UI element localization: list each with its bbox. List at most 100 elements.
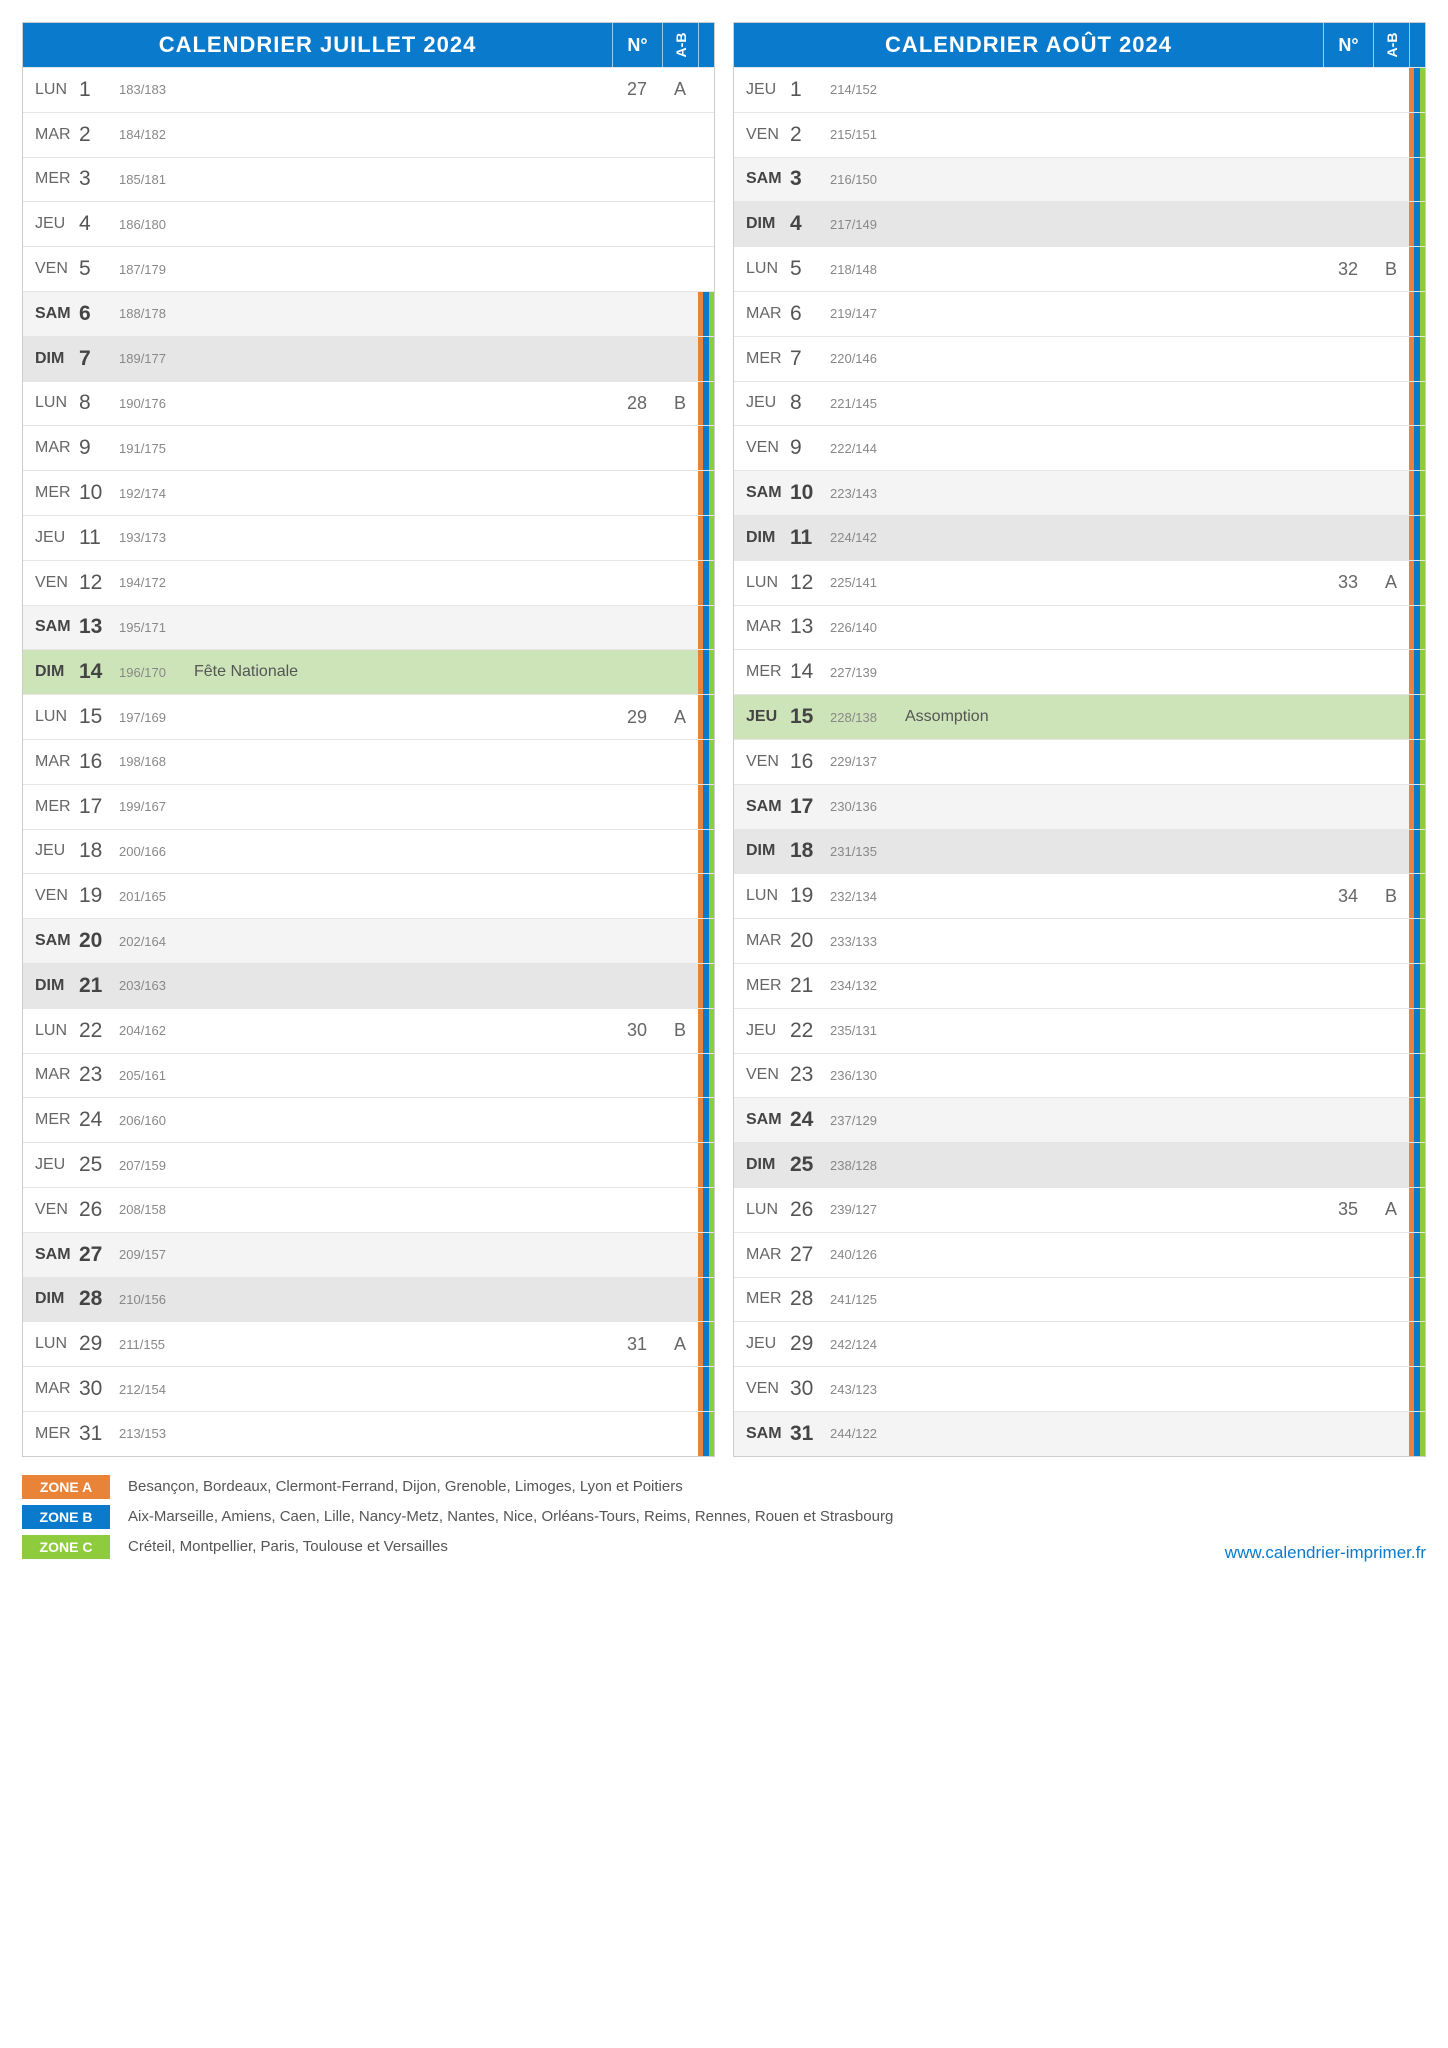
day-of-week: LUN — [734, 574, 790, 592]
day-number: 6 — [79, 302, 119, 326]
day-of-week: LUN — [734, 887, 790, 905]
zone-stripes — [698, 919, 714, 963]
zone-stripes — [698, 1412, 714, 1456]
calendar-day-row: MER 21 234/132 — [734, 963, 1425, 1008]
day-ordinal: 229/137 — [830, 754, 905, 769]
calendar-day-row: MAR 6 219/147 — [734, 291, 1425, 336]
calendar-day-row: DIM 7 189/177 — [23, 336, 714, 381]
calendar-day-row: LUN 29 211/155 31 A — [23, 1321, 714, 1366]
calendar-day-row: SAM 6 188/178 — [23, 291, 714, 336]
day-number: 20 — [79, 929, 119, 953]
day-number: 30 — [790, 1377, 830, 1401]
day-of-week: JEU — [734, 394, 790, 412]
header-week-num: N° — [1323, 23, 1373, 67]
day-number: 25 — [790, 1153, 830, 1177]
day-ordinal: 234/132 — [830, 978, 905, 993]
day-ordinal: 215/151 — [830, 127, 905, 142]
day-number: 1 — [79, 78, 119, 102]
calendar-day-row: MAR 30 212/154 — [23, 1366, 714, 1411]
calendar-header: CALENDRIER AOÛT 2024 N° A-B — [734, 23, 1425, 67]
day-ordinal: 236/130 — [830, 1068, 905, 1083]
zone-stripes — [698, 1098, 714, 1142]
day-ordinal: 230/136 — [830, 799, 905, 814]
calendar-day-row: SAM 3 216/150 — [734, 157, 1425, 202]
calendar-day-row: DIM 14 196/170 Fête Nationale — [23, 649, 714, 694]
day-of-week: JEU — [734, 81, 790, 99]
zone-badge: ZONE B — [22, 1505, 110, 1529]
month-title: CALENDRIER JUILLET 2024 — [23, 23, 612, 67]
zone-cities: Aix-Marseille, Amiens, Caen, Lille, Nanc… — [128, 1508, 893, 1525]
day-of-week: JEU — [23, 215, 79, 233]
day-number: 30 — [79, 1377, 119, 1401]
day-of-week: MAR — [23, 439, 79, 457]
day-number: 9 — [790, 436, 830, 460]
day-of-week: LUN — [23, 708, 79, 726]
header-zone-stripe — [698, 23, 714, 67]
day-ordinal: 184/182 — [119, 127, 194, 142]
day-of-week: SAM — [734, 1111, 790, 1129]
day-ordinal: 208/158 — [119, 1202, 194, 1217]
day-ordinal: 238/128 — [830, 1158, 905, 1173]
day-number: 24 — [790, 1108, 830, 1132]
day-number: 12 — [790, 571, 830, 595]
day-of-week: VEN — [23, 887, 79, 905]
day-of-week: LUN — [23, 1022, 79, 1040]
day-number: 5 — [790, 257, 830, 281]
day-number: 7 — [79, 347, 119, 371]
ab-cycle: B — [1373, 886, 1409, 907]
calendar-day-row: JEU 25 207/159 — [23, 1142, 714, 1187]
day-of-week: MAR — [734, 1246, 790, 1264]
calendar-day-row: DIM 4 217/149 — [734, 201, 1425, 246]
zone-stripes — [1409, 337, 1425, 381]
zone-stripes — [698, 202, 714, 246]
calendar-day-row: LUN 1 183/183 27 A — [23, 67, 714, 112]
day-of-week: DIM — [734, 529, 790, 547]
day-ordinal: 231/135 — [830, 844, 905, 859]
day-of-week: JEU — [734, 708, 790, 726]
zone-stripes — [1409, 1233, 1425, 1277]
day-of-week: LUN — [23, 81, 79, 99]
zone-stripes — [1409, 1367, 1425, 1411]
zone-stripes — [1409, 606, 1425, 650]
day-ordinal: 213/153 — [119, 1426, 194, 1441]
zone-stripes — [1409, 740, 1425, 784]
calendar-day-row: DIM 18 231/135 — [734, 829, 1425, 874]
day-number: 8 — [790, 391, 830, 415]
day-ordinal: 223/143 — [830, 486, 905, 501]
day-number: 31 — [790, 1422, 830, 1446]
calendar-month: CALENDRIER AOÛT 2024 N° A-B JEU 1 214/15… — [733, 22, 1426, 1457]
calendar-day-row: VEN 5 187/179 — [23, 246, 714, 291]
day-ordinal: 237/129 — [830, 1113, 905, 1128]
zone-stripes — [1409, 426, 1425, 470]
day-ordinal: 235/131 — [830, 1023, 905, 1038]
day-of-week: VEN — [23, 574, 79, 592]
zone-stripes — [698, 1322, 714, 1366]
day-ordinal: 190/176 — [119, 396, 194, 411]
day-number: 3 — [79, 167, 119, 191]
day-of-week: MAR — [734, 932, 790, 950]
zone-stripes — [698, 516, 714, 560]
calendar-day-row: LUN 8 190/176 28 B — [23, 381, 714, 426]
day-of-week: DIM — [734, 1156, 790, 1174]
day-ordinal: 243/123 — [830, 1382, 905, 1397]
day-ordinal: 211/155 — [119, 1337, 194, 1352]
day-ordinal: 196/170 — [119, 665, 194, 680]
day-of-week: JEU — [23, 842, 79, 860]
day-ordinal: 195/171 — [119, 620, 194, 635]
zone-stripes — [1409, 113, 1425, 157]
week-number: 32 — [1323, 259, 1373, 280]
zone-stripes — [1409, 830, 1425, 874]
calendar-day-row: DIM 25 238/128 — [734, 1142, 1425, 1187]
day-of-week: SAM — [23, 618, 79, 636]
zone-stripes — [698, 1143, 714, 1187]
day-ordinal: 217/149 — [830, 217, 905, 232]
week-number: 29 — [612, 707, 662, 728]
day-ordinal: 197/169 — [119, 710, 194, 725]
day-of-week: MER — [23, 170, 79, 188]
day-ordinal: 183/183 — [119, 82, 194, 97]
day-number: 11 — [790, 526, 830, 550]
day-ordinal: 214/152 — [830, 82, 905, 97]
zone-stripes — [698, 606, 714, 650]
day-of-week: VEN — [23, 1201, 79, 1219]
header-ab: A-B — [1373, 23, 1409, 67]
